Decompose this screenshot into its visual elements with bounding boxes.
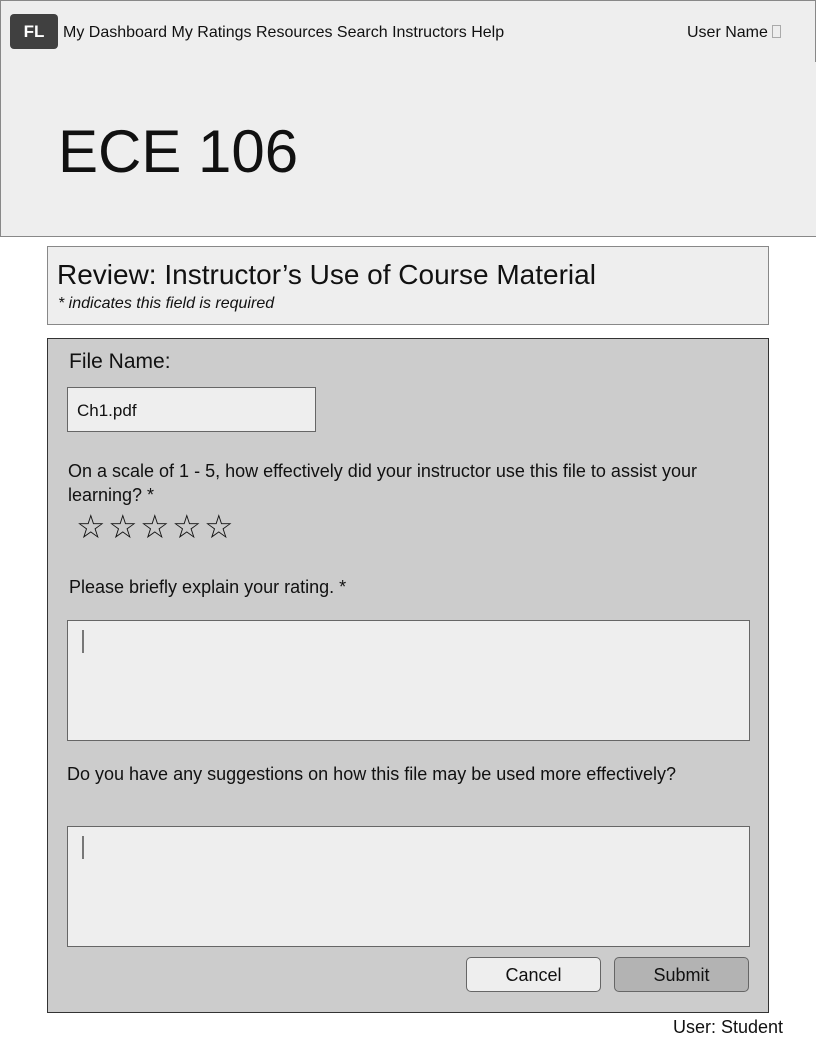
star-icon-5[interactable]: ☆ [204,507,236,547]
review-title: Review: Instructor’s Use of Course Mater… [57,259,596,290]
text-cursor [82,836,84,859]
rating-question: On a scale of 1 - 5, how effectively did… [68,461,697,505]
course-title: ECE 106 [58,118,299,185]
user-menu[interactable]: User Name [687,23,781,43]
submit-button[interactable]: Submit [614,957,749,992]
star-icon-4[interactable]: ☆ [172,507,204,547]
explain-rating-textarea[interactable] [67,620,750,741]
nav-link-search-instructors[interactable]: Search Instructors [337,24,467,41]
top-nav-bar: FL My Dashboard My Ratings Resources Sea… [0,0,816,63]
star-icon-3[interactable]: ☆ [140,507,172,547]
suggestions-textarea[interactable] [67,826,750,947]
app-logo[interactable]: FL [10,14,58,49]
dropdown-icon [771,25,781,38]
star-rating[interactable]: ☆☆☆☆☆ [76,507,236,547]
suggestions-label: Do you have any suggestions on how this … [67,764,677,784]
file-name-field[interactable]: Ch1.pdf [67,387,316,432]
current-user-label: User: Student [673,1017,784,1037]
star-icon-1[interactable]: ☆ [76,507,108,547]
file-name-label: File Name: [69,350,171,373]
nav-link-my-dashboard[interactable]: My Dashboard [63,24,167,41]
cancel-button[interactable]: Cancel [466,957,601,992]
user-menu-label: User Name [687,24,768,41]
text-cursor [82,630,84,653]
nav-links: My Dashboard My Ratings Resources Search… [63,23,504,43]
nav-link-help[interactable]: Help [471,24,504,41]
explain-rating-label: Please briefly explain your rating. * [69,577,347,597]
review-form: File Name: Ch1.pdf On a scale of 1 - 5, … [47,338,769,1013]
course-banner: ECE 106 [0,62,816,237]
nav-link-my-ratings[interactable]: My Ratings [172,24,252,41]
required-note: * indicates this field is required [58,295,275,312]
nav-link-resources[interactable]: Resources [256,24,332,41]
star-icon-2[interactable]: ☆ [108,507,140,547]
review-header: Review: Instructor’s Use of Course Mater… [47,246,769,325]
